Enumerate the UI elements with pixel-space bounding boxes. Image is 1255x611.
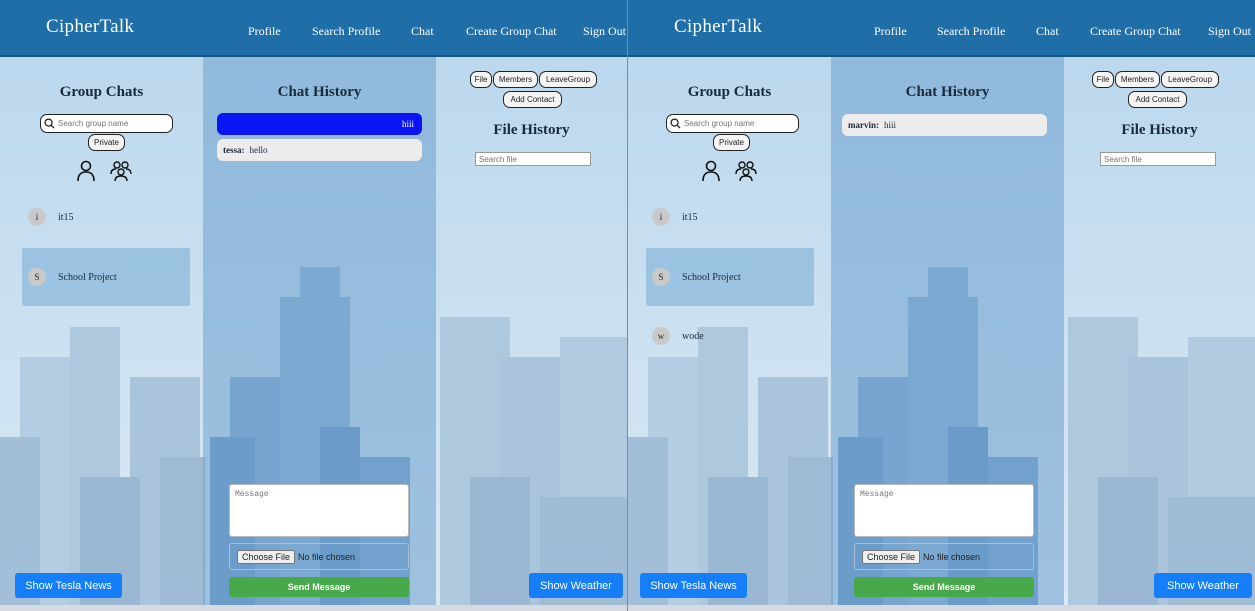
chat-history-heading: Chat History (905, 84, 990, 100)
group-avatar: w (652, 327, 670, 345)
page-footer-strip (628, 605, 1255, 611)
group-item-it15[interactable]: i it15 (646, 188, 814, 246)
group-name: it15 (58, 211, 74, 223)
left-window: CipherTalk Profile Search Profile Chat C… (0, 0, 627, 611)
choose-file-button[interactable]: Choose File (237, 549, 296, 564)
file-history-heading: File History (1121, 122, 1198, 138)
file-button[interactable]: File (1092, 71, 1114, 88)
received-message: tessa: hello (217, 139, 422, 161)
group-item-wode[interactable]: w wode (646, 307, 814, 365)
navbar: CipherTalk Profile Search Profile Chat C… (0, 0, 627, 57)
file-button[interactable]: File (470, 71, 492, 88)
group-avatar: S (28, 268, 46, 286)
file-search-input[interactable] (1100, 152, 1216, 166)
person-icon[interactable] (701, 160, 721, 182)
message-input[interactable] (229, 484, 409, 537)
nav-chat[interactable]: Chat (411, 24, 434, 39)
group-search-input[interactable] (684, 119, 794, 128)
nav-create-group-chat[interactable]: Create Group Chat (466, 24, 557, 39)
group-name: School Project (58, 271, 117, 283)
file-upload: Choose File No file chosen (229, 543, 409, 570)
message-text: hiii (884, 120, 897, 130)
nav-create-group-chat[interactable]: Create Group Chat (1090, 24, 1181, 39)
group-avatar: S (652, 268, 670, 286)
group-icon[interactable] (109, 160, 133, 182)
nav-sign-out[interactable]: Sign Out (1208, 24, 1251, 39)
group-chats-heading: Group Chats (59, 84, 144, 100)
members-button[interactable]: Members (1115, 71, 1160, 88)
private-button[interactable]: Private (713, 134, 750, 151)
brand-logo[interactable]: CipherTalk (674, 16, 762, 38)
search-icon (44, 118, 55, 129)
nav-search-profile[interactable]: Search Profile (312, 24, 380, 39)
show-tesla-news-button[interactable]: Show Tesla News (15, 573, 122, 598)
group-name: School Project (682, 271, 741, 283)
person-icon[interactable] (76, 160, 96, 182)
group-search-input[interactable] (58, 119, 168, 128)
members-button[interactable]: Members (493, 71, 538, 88)
group-item-school-project[interactable]: S School Project (22, 248, 190, 306)
message-text: hiii (401, 119, 414, 129)
show-weather-button[interactable]: Show Weather (1154, 573, 1252, 598)
no-file-text: No file chosen (923, 551, 981, 562)
private-button[interactable]: Private (88, 134, 125, 151)
send-message-button[interactable]: Send Message (854, 577, 1034, 597)
page-footer-strip (0, 605, 627, 611)
sent-message: hiii (217, 113, 422, 135)
send-message-button[interactable]: Send Message (229, 577, 409, 597)
nav-profile[interactable]: Profile (874, 24, 907, 39)
message-sender: marvin: (848, 120, 879, 130)
show-tesla-news-button[interactable]: Show Tesla News (640, 573, 747, 598)
nav-profile[interactable]: Profile (248, 24, 281, 39)
group-search-box[interactable] (666, 114, 799, 133)
right-window: CipherTalk Profile Search Profile Chat C… (628, 0, 1255, 611)
group-name: it15 (682, 211, 698, 223)
group-chats-heading: Group Chats (687, 84, 772, 100)
chat-history-heading: Chat History (277, 84, 362, 100)
group-icon[interactable] (734, 160, 758, 182)
group-search-box[interactable] (40, 114, 173, 133)
message-input[interactable] (854, 484, 1034, 537)
group-avatar: i (652, 208, 670, 226)
leave-group-button[interactable]: LeaveGroup (1161, 71, 1219, 88)
nav-search-profile[interactable]: Search Profile (937, 24, 1005, 39)
nav-sign-out[interactable]: Sign Out (583, 24, 626, 39)
file-search-input[interactable] (475, 152, 591, 166)
received-message: marvin: hiii (842, 114, 1047, 136)
file-upload: Choose File No file chosen (854, 543, 1034, 570)
show-weather-button[interactable]: Show Weather (529, 573, 623, 598)
group-name: wode (682, 330, 704, 342)
nav-chat[interactable]: Chat (1036, 24, 1059, 39)
group-item-school-project[interactable]: S School Project (646, 248, 814, 306)
file-history-heading: File History (493, 122, 570, 138)
navbar: CipherTalk Profile Search Profile Chat C… (628, 0, 1255, 57)
add-contact-button[interactable]: Add Contact (503, 91, 562, 108)
group-item-it15[interactable]: i it15 (22, 188, 190, 246)
add-contact-button[interactable]: Add Contact (1128, 91, 1187, 108)
leave-group-button[interactable]: LeaveGroup (539, 71, 597, 88)
no-file-text: No file chosen (298, 551, 356, 562)
choose-file-button[interactable]: Choose File (862, 549, 921, 564)
brand-logo[interactable]: CipherTalk (46, 16, 134, 38)
message-text: hello (249, 145, 268, 155)
message-sender: tessa: (223, 145, 245, 155)
group-avatar: i (28, 208, 46, 226)
search-icon (670, 118, 681, 129)
